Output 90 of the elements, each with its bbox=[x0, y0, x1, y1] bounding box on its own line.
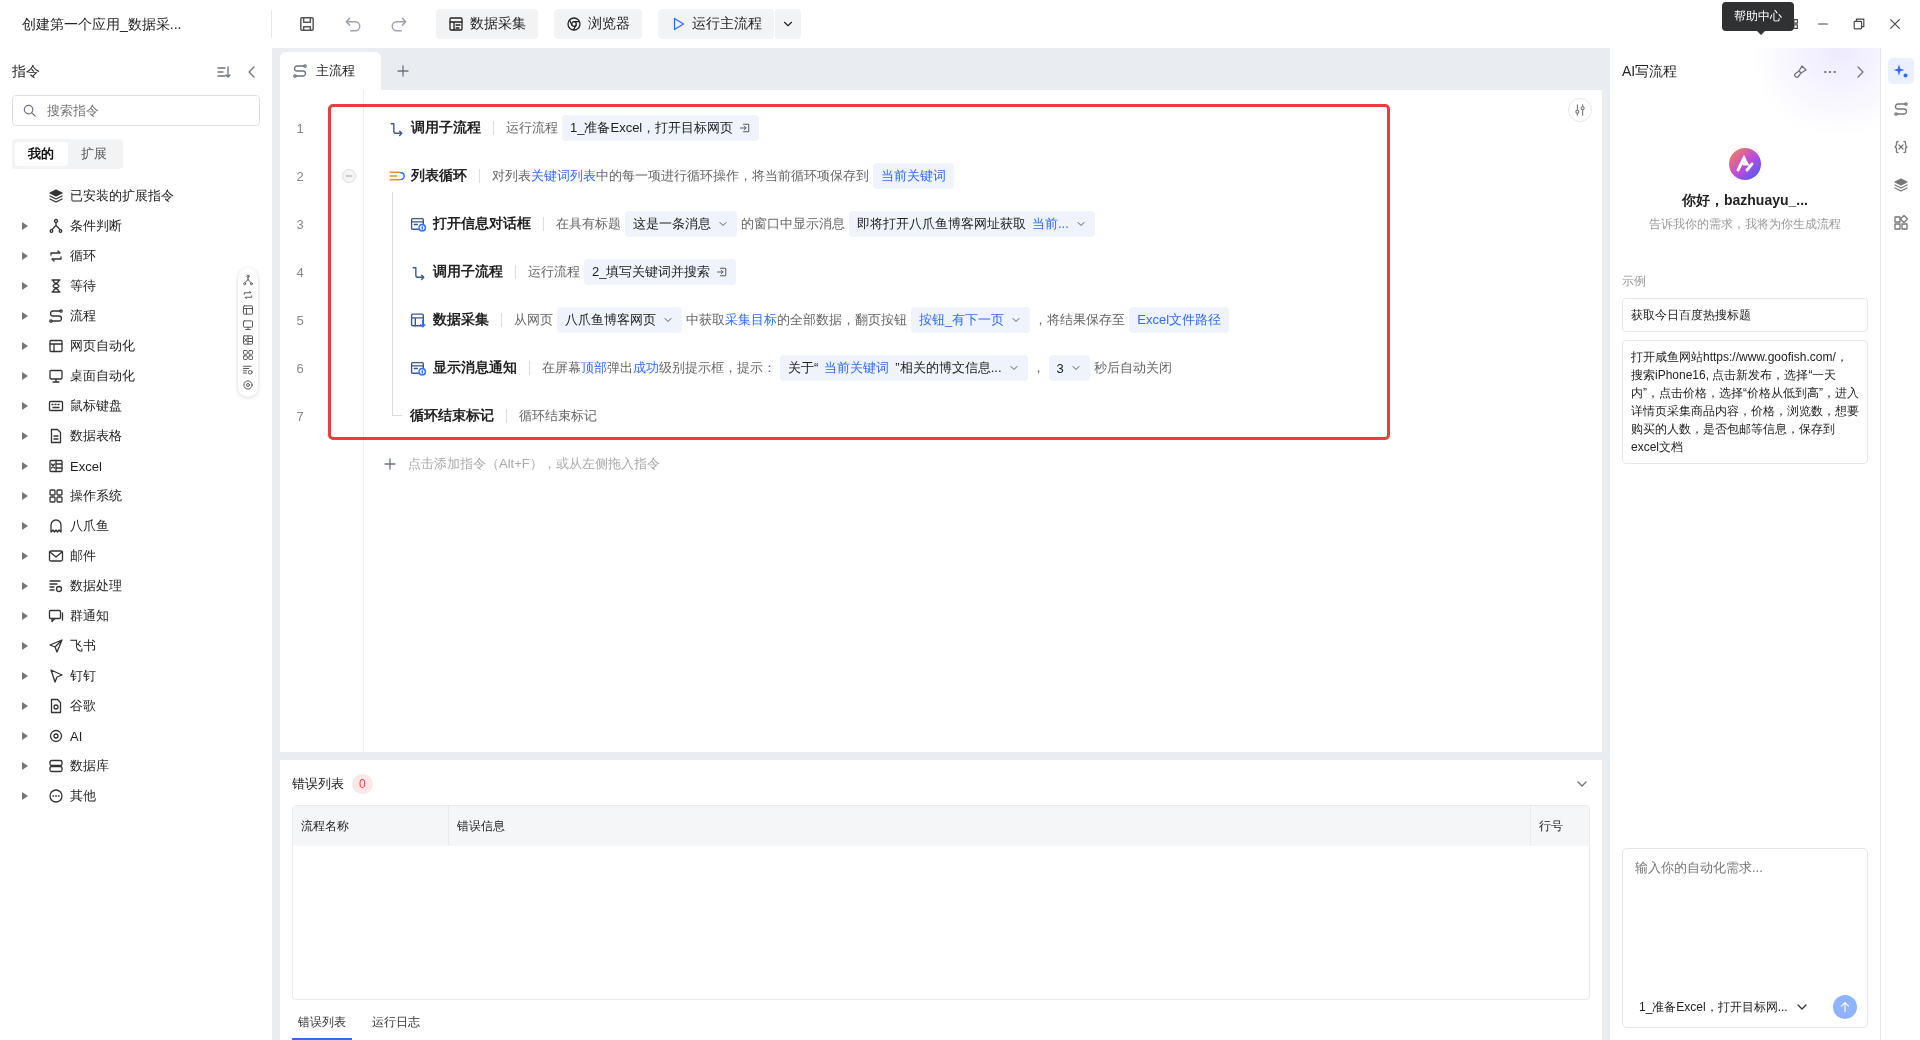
parameter-dropdown[interactable]: 这是一条消息 bbox=[625, 211, 737, 237]
step-text: 对列表 bbox=[492, 167, 531, 185]
tree-item[interactable]: 条件判断 bbox=[12, 211, 232, 241]
tree-item[interactable]: 其他 bbox=[12, 781, 232, 811]
parameter-dropdown[interactable]: 即将打开八爪鱼博客网址获取 当前... bbox=[849, 211, 1095, 237]
step-title: 循环结束标记 bbox=[410, 407, 494, 425]
subflow-chip[interactable]: 2_填写关键词并搜索 bbox=[584, 259, 737, 285]
example-prompt[interactable]: 打开咸鱼网站https://www.goofish.com/，搜索iPhone16, 点击新发布，选择“一天内”，点击价格，选择“价格从低到高”，进入详情页采集商品内容，价格，浏览数，想要购买的人数，是否包邮等信息，保存到excel文档 bbox=[1622, 340, 1868, 464]
line-number: 1 bbox=[295, 120, 305, 136]
panel-title: 错误列表 bbox=[292, 774, 344, 793]
tree-item[interactable]: 数据处理 bbox=[12, 571, 232, 601]
step-text: 在屏幕 bbox=[542, 359, 581, 377]
tree-item[interactable]: Excel bbox=[12, 451, 232, 481]
line-number: 4 bbox=[295, 264, 305, 280]
line-number: 7 bbox=[295, 408, 305, 424]
column-header: 流程名称 bbox=[293, 805, 449, 846]
step-text: 循环结束标记 bbox=[519, 407, 597, 425]
variable-link[interactable]: 成功 bbox=[633, 359, 659, 377]
step-text: 运行流程 bbox=[528, 263, 580, 281]
step-text: 级别提示框，提示： bbox=[659, 359, 776, 377]
browser-button[interactable]: 浏览器 bbox=[554, 9, 642, 39]
step-text: ，将结果保存至 bbox=[1034, 311, 1126, 329]
step-text: 的全部数据，翻页按钮 bbox=[777, 311, 907, 329]
line-number: 2 bbox=[295, 168, 305, 184]
step-title: 调用子流程 bbox=[411, 119, 481, 137]
step-text: 中获取 bbox=[686, 311, 725, 329]
step-text: ， bbox=[1031, 359, 1045, 377]
tree-item[interactable]: 网页自动化 bbox=[12, 331, 232, 361]
step-text: 的窗口中显示消息 bbox=[741, 215, 845, 233]
variable-link[interactable]: 采集目标 bbox=[725, 311, 777, 329]
tab[interactable]: 错误列表 bbox=[292, 1006, 352, 1040]
example-prompt[interactable]: 获取今日百度热搜标题 bbox=[1622, 298, 1868, 332]
prompt-field[interactable]: 输入你的自动化需求... 1_准备Excel，打开目标网... bbox=[1622, 848, 1868, 1028]
tree-item[interactable]: AI bbox=[12, 721, 232, 751]
search-field[interactable]: 搜索指令 bbox=[12, 95, 260, 126]
parameter-dropdown[interactable]: 关于“ 当前关键词 ”相关的博文信息... bbox=[780, 355, 1028, 381]
run-button[interactable]: 运行主流程 bbox=[658, 9, 774, 39]
tree-item[interactable]: 八爪鱼 bbox=[12, 511, 232, 541]
step-title: 打开信息对话框 bbox=[433, 215, 531, 233]
variable-chip[interactable]: Excel文件路径 bbox=[1129, 307, 1230, 333]
step-text: 中的每一项进行循环操作，将当前循环项保存到 bbox=[596, 167, 869, 185]
tree-item[interactable]: 已安装的扩展指令 bbox=[12, 181, 232, 211]
column-header: 行号 bbox=[1538, 817, 1564, 835]
step-title: 调用子流程 bbox=[433, 263, 503, 281]
variable-link[interactable]: 顶部 bbox=[581, 359, 607, 377]
tree-item[interactable]: 流程 bbox=[12, 301, 232, 331]
tree-item[interactable]: 飞书 bbox=[12, 631, 232, 661]
step-title: 数据采集 bbox=[433, 311, 489, 329]
tree-item[interactable]: 操作系统 bbox=[12, 481, 232, 511]
count-badge: 0 bbox=[352, 773, 373, 794]
tree-item[interactable]: 谷歌 bbox=[12, 691, 232, 721]
tab[interactable]: 我的 bbox=[15, 142, 68, 166]
parameter-dropdown[interactable]: 3 bbox=[1048, 355, 1090, 381]
step-text: 从网页 bbox=[514, 311, 553, 329]
step-text: 在具有标题 bbox=[556, 215, 621, 233]
line-number: 3 bbox=[295, 216, 305, 232]
step-text: 秒后自动关闭 bbox=[1093, 359, 1172, 377]
flow-dropdown[interactable]: 1_准备Excel，打开目标网... bbox=[1633, 998, 1810, 1016]
parameter-dropdown[interactable]: 八爪鱼博客网页 bbox=[557, 307, 682, 333]
collect-button[interactable]: 数据采集 bbox=[436, 9, 538, 39]
tree-item[interactable]: 鼠标键盘 bbox=[12, 391, 232, 421]
tree-item[interactable]: 等待 bbox=[12, 271, 232, 301]
tree-item[interactable]: 群通知 bbox=[12, 601, 232, 631]
line-number: 6 bbox=[295, 360, 305, 376]
tree-item[interactable]: 桌面自动化 bbox=[12, 361, 232, 391]
window-title: 创建第一个应用_数据采... bbox=[0, 10, 272, 38]
column-header: 错误信息 bbox=[449, 805, 1531, 846]
line-number: 5 bbox=[295, 312, 305, 328]
tooltip: 帮助中心 bbox=[1722, 2, 1794, 31]
panel-title: AI写流程 bbox=[1622, 63, 1678, 81]
tree-item[interactable]: 邮件 bbox=[12, 541, 232, 571]
section-label: 示例 bbox=[1622, 273, 1647, 290]
step-title: 列表循环 bbox=[411, 167, 467, 185]
tree-item[interactable]: 循环 bbox=[12, 241, 232, 271]
tab[interactable]: 扩展 bbox=[67, 142, 120, 166]
panel-title: 指令 bbox=[12, 63, 40, 81]
parameter-dropdown[interactable]: 按钮_有下一页 bbox=[911, 307, 1031, 333]
step-text: 弹出 bbox=[607, 359, 633, 377]
greeting: 你好，bazhuayu_... bbox=[1681, 192, 1809, 210]
tree-item[interactable]: 数据库 bbox=[12, 751, 232, 781]
tab[interactable]: 主流程 bbox=[280, 52, 381, 90]
variable-chip[interactable]: 当前关键词 bbox=[873, 163, 954, 189]
tree-item[interactable]: 钉钉 bbox=[12, 661, 232, 691]
step-text: 运行流程 bbox=[506, 119, 558, 137]
tree-item[interactable]: 数据表格 bbox=[12, 421, 232, 451]
tab[interactable]: 运行日志 bbox=[366, 1006, 426, 1040]
subtitle: 告诉我你的需求，我将为你生成流程 bbox=[1648, 216, 1842, 233]
step-title: 显示消息通知 bbox=[433, 359, 517, 377]
variable-link[interactable]: 关键词列表 bbox=[531, 167, 596, 185]
subflow-chip[interactable]: 1_准备Excel，打开目标网页 bbox=[562, 115, 760, 141]
